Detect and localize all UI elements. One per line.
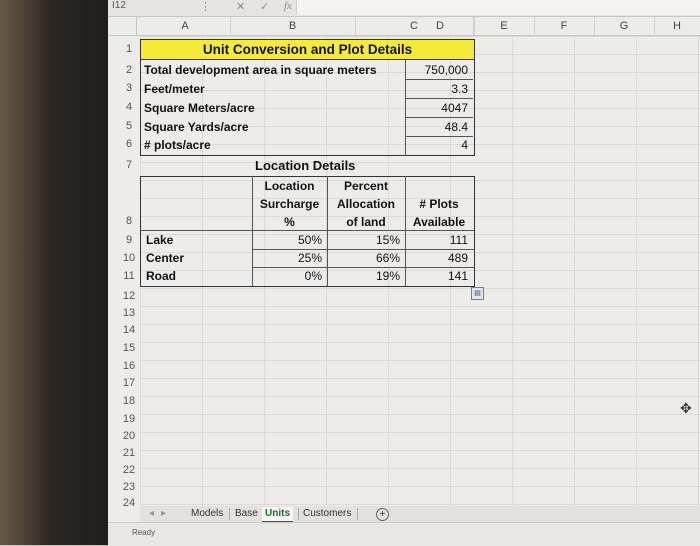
area-label[interactable]: Total development area in square meters [144, 63, 377, 77]
value-row-line [405, 79, 473, 80]
tab-separator [357, 508, 358, 520]
tab-units[interactable]: Units [262, 507, 293, 523]
name-box[interactable]: I12 [112, 0, 148, 14]
feet-meter-label[interactable]: Feet/meter [144, 82, 205, 96]
plots-header[interactable]: # Plots [405, 195, 473, 213]
tab-scroll-left-icon[interactable]: ◂ [146, 507, 157, 521]
value-row-line [405, 98, 473, 99]
surcharge-header[interactable]: Surcharge [252, 195, 327, 213]
status-bar: Ready [108, 522, 700, 546]
column-header-b[interactable]: B [230, 17, 356, 35]
plots-value[interactable]: 141 [405, 269, 468, 283]
location-row-line [252, 249, 474, 250]
percent-header[interactable]: Percent [327, 177, 405, 195]
sheet-tabs-bar: ◂ ▸ Models Base Units Customers + [140, 506, 700, 523]
allocation-value[interactable]: 19% [327, 269, 400, 283]
surcharge-value[interactable]: 25% [252, 251, 322, 265]
row-header[interactable]: 14 [116, 321, 142, 339]
sheet-title-cell[interactable]: Unit Conversion and Plot Details [140, 39, 475, 60]
of-land-header[interactable]: of land [327, 213, 405, 231]
surcharge-value[interactable]: 0% [252, 269, 322, 283]
column-header-e[interactable]: E [474, 17, 535, 35]
allocation-header[interactable]: Allocation [327, 195, 405, 213]
row-header[interactable]: 18 [116, 392, 142, 410]
row-header[interactable]: 22 [116, 461, 142, 479]
location-details-title[interactable]: Location Details [255, 158, 355, 173]
tab-separator [298, 508, 299, 520]
plots-value[interactable]: 489 [405, 251, 468, 265]
tab-models[interactable]: Models [188, 507, 226, 521]
column-header-g[interactable]: G [594, 17, 655, 35]
cell-cursor-icon: ✥ [680, 400, 692, 416]
row-header[interactable]: 6 [116, 135, 142, 153]
row-header[interactable]: 19 [116, 410, 142, 428]
allocation-value[interactable]: 15% [327, 233, 400, 247]
fx-icon[interactable]: fx [284, 0, 292, 12]
column-header-row: A B C D E F G H [108, 17, 700, 36]
row-header[interactable]: 2 [116, 61, 142, 79]
sqm-acre-label[interactable]: Square Meters/acre [144, 101, 255, 115]
select-all-corner[interactable] [108, 17, 137, 35]
available-header[interactable]: Available [405, 213, 473, 231]
row-header[interactable]: 21 [116, 444, 142, 462]
sqm-acre-value[interactable]: 4047 [405, 101, 468, 115]
row-header[interactable]: 8 [116, 212, 142, 230]
feet-meter-value[interactable]: 3.3 [405, 82, 468, 96]
status-text: Ready [132, 528, 156, 537]
column-header-f[interactable]: F [534, 17, 595, 35]
tab-separator [229, 508, 230, 520]
surcharge-value[interactable]: 50% [252, 233, 322, 247]
enter-check-icon[interactable]: ✓ [260, 0, 269, 13]
cancel-icon[interactable]: ✕ [236, 0, 245, 13]
row-header[interactable]: 16 [116, 357, 142, 375]
row-header[interactable]: 11 [116, 267, 142, 285]
formula-input[interactable] [296, 0, 700, 15]
row-header[interactable]: 10 [116, 249, 142, 267]
row-header[interactable]: 17 [116, 374, 142, 392]
plots-acre-label[interactable]: # plots/acre [144, 138, 211, 152]
location-row-line [252, 267, 474, 268]
row-header[interactable]: 3 [116, 79, 142, 97]
tab-customers[interactable]: Customers [300, 507, 354, 521]
allocation-value[interactable]: 66% [327, 251, 400, 265]
location-name[interactable]: Center [146, 251, 184, 265]
paste-options-icon[interactable]: ▤ [471, 287, 484, 300]
row-header[interactable]: 4 [116, 98, 142, 116]
column-header-h[interactable]: H [654, 17, 700, 35]
column-header-a[interactable]: A [140, 17, 231, 35]
row-header[interactable]: 5 [116, 117, 142, 135]
location-header[interactable]: Location [252, 177, 327, 195]
row-header[interactable]: 12 [116, 287, 142, 305]
dropdown-dots-icon[interactable]: ⋮ [200, 0, 211, 13]
row-header[interactable]: 20 [116, 427, 142, 445]
formula-bar: I12 ⋮ ✕ ✓ fx [108, 0, 700, 17]
plots-value[interactable]: 111 [405, 233, 468, 247]
row-header[interactable]: 7 [116, 156, 142, 174]
area-value[interactable]: 750,000 [405, 63, 468, 77]
location-name[interactable]: Lake [146, 233, 173, 247]
row-header[interactable]: 15 [116, 339, 142, 357]
row-header[interactable]: 9 [116, 231, 142, 249]
location-name[interactable]: Road [146, 269, 176, 283]
tab-base[interactable]: Base [232, 507, 261, 521]
sqyd-acre-label[interactable]: Square Yards/acre [144, 120, 249, 134]
sqyd-acre-value[interactable]: 48.4 [405, 120, 468, 134]
row-header[interactable]: 24 [116, 494, 142, 512]
plots-acre-value[interactable]: 4 [405, 138, 468, 152]
value-row-line [405, 136, 473, 137]
value-row-line [405, 117, 473, 118]
surcharge-header-percent[interactable]: % [252, 213, 327, 231]
tab-scroll-right-icon[interactable]: ▸ [158, 507, 169, 521]
add-sheet-icon[interactable]: + [376, 508, 389, 521]
column-header-d[interactable]: D [406, 17, 475, 35]
row-header[interactable]: 1 [116, 40, 142, 58]
row-header[interactable]: 13 [116, 304, 142, 322]
